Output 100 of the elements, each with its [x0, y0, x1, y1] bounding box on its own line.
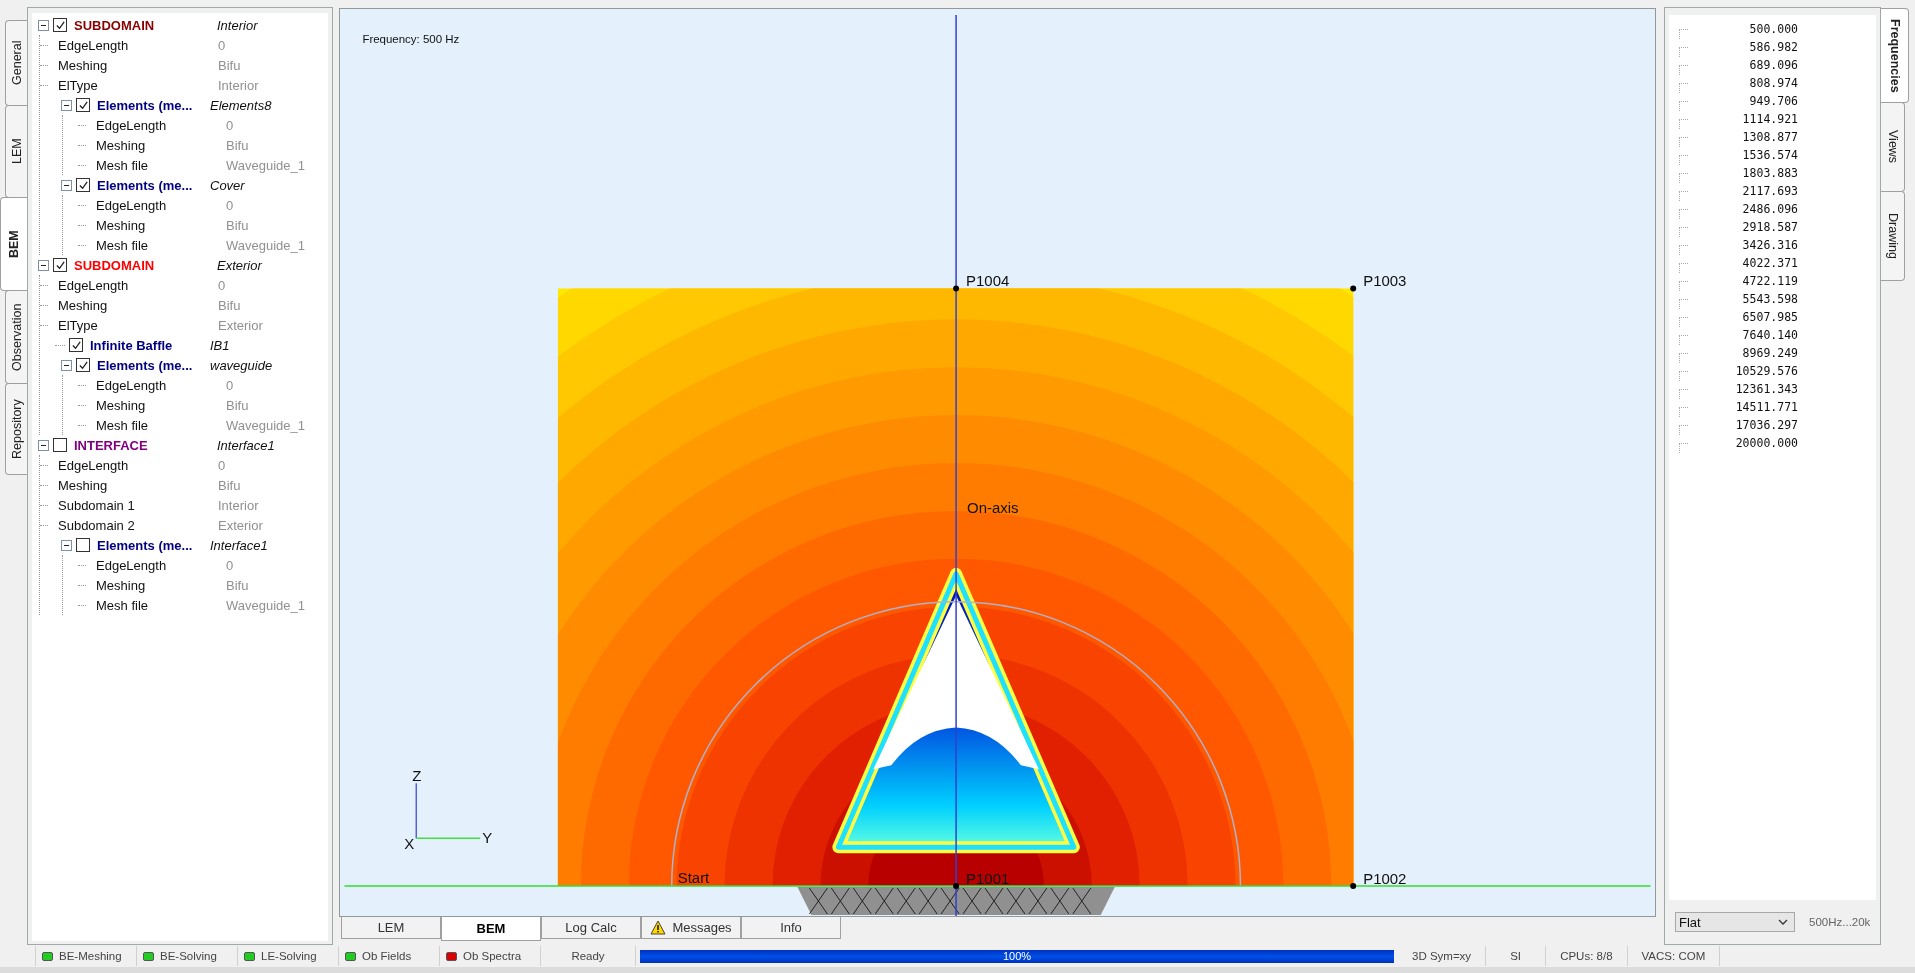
checkbox[interactable]	[76, 358, 90, 372]
frequency-item[interactable]: 6507.985	[1688, 310, 1798, 324]
collapse-toggle[interactable]	[38, 259, 49, 271]
checkbox[interactable]	[76, 178, 90, 192]
property-value: Exterior	[218, 317, 263, 333]
property-label: Meshing	[58, 57, 108, 73]
weighting-dropdown[interactable]: Flat	[1675, 912, 1795, 932]
status-text: Ready	[541, 946, 636, 966]
side-tab[interactable]: General	[5, 20, 27, 106]
frequency-item[interactable]: 2486.096	[1688, 202, 1798, 216]
frequency-item[interactable]: 10529.576	[1688, 364, 1798, 378]
status-label: BE-Solving	[160, 950, 217, 962]
frequency-item[interactable]: 12361.343	[1688, 382, 1798, 396]
property-label: EdgeLength	[96, 377, 167, 393]
tree-node-label[interactable]: Elements (me...	[97, 177, 193, 193]
frequency-item[interactable]: 689.096	[1688, 58, 1798, 72]
property-label: EdgeLength	[58, 457, 129, 473]
tree-node-value: IB1	[210, 337, 230, 353]
property-value: 0	[218, 457, 226, 473]
bottom-tab[interactable]: LEM	[341, 917, 441, 939]
property-value: 0	[226, 557, 234, 573]
side-tab[interactable]: Repository	[5, 383, 27, 475]
tree-node-label[interactable]: Elements (me...	[97, 357, 193, 373]
frequency-item[interactable]: 1308.877	[1688, 130, 1798, 144]
bottom-tab[interactable]: BEM	[441, 917, 541, 941]
status-cell: CPUs: 8/8	[1546, 946, 1628, 966]
property-value: 0	[226, 117, 234, 133]
frequency-item[interactable]: 2918.587	[1688, 220, 1798, 234]
tree-node-value: Interior	[217, 17, 258, 33]
checkbox[interactable]	[53, 18, 67, 32]
collapse-toggle[interactable]	[61, 539, 72, 551]
property-label: Mesh file	[96, 157, 149, 173]
property-label: ElType	[58, 77, 98, 93]
frequency-item[interactable]: 500.000	[1688, 22, 1798, 36]
collapse-toggle[interactable]	[61, 359, 72, 371]
frequency-item[interactable]: 2117.693	[1688, 184, 1798, 198]
property-label: Meshing	[96, 577, 146, 593]
tree-node-label[interactable]: Elements (me...	[97, 537, 193, 553]
tree-node-value: Exterior	[217, 257, 262, 273]
property-label: EdgeLength	[96, 557, 167, 573]
frequency-item[interactable]: 14511.771	[1688, 400, 1798, 414]
warning-icon	[650, 920, 667, 935]
frequency-item[interactable]: 7640.140	[1688, 328, 1798, 342]
collapse-toggle[interactable]	[38, 439, 49, 451]
property-label: Mesh file	[96, 417, 149, 433]
checkbox[interactable]	[53, 438, 67, 452]
tree-node-value: Elements8	[210, 97, 272, 113]
frequency-item[interactable]: 5543.598	[1688, 292, 1798, 306]
frequency-item[interactable]: 808.974	[1688, 76, 1798, 90]
frequency-item[interactable]: 586.982	[1688, 40, 1798, 54]
tree-node-label[interactable]: SUBDOMAIN	[74, 257, 155, 273]
property-value: Exterior	[218, 517, 263, 533]
side-tab[interactable]: Observation	[5, 290, 27, 384]
property-label: Meshing	[58, 297, 108, 313]
frequency-label: Frequency: 500 Hz	[362, 32, 460, 45]
frequency-item[interactable]: 8969.249	[1688, 346, 1798, 360]
bottom-tab[interactable]: Info	[741, 917, 841, 939]
property-value: Interior	[218, 497, 259, 513]
tree-node-label[interactable]: INTERFACE	[74, 437, 148, 453]
property-value: Bifu	[226, 137, 249, 153]
point-label: P1003	[1363, 272, 1407, 290]
point-marker	[1350, 883, 1357, 890]
collapse-toggle[interactable]	[61, 99, 72, 111]
point-marker	[953, 883, 960, 890]
checkbox[interactable]	[53, 258, 67, 272]
start-label: Start	[677, 869, 710, 887]
checkbox[interactable]	[76, 538, 90, 552]
frequency-item[interactable]: 1536.574	[1688, 148, 1798, 162]
frequency-item[interactable]: 4022.371	[1688, 256, 1798, 270]
tree-node-label[interactable]: SUBDOMAIN	[74, 17, 155, 33]
frequency-item[interactable]: 949.706	[1688, 94, 1798, 108]
frequency-item[interactable]: 20000.000	[1688, 436, 1798, 450]
point-marker	[953, 285, 960, 292]
range-label: 500Hz...20k	[1809, 916, 1871, 928]
frequency-item[interactable]: 3426.316	[1688, 238, 1798, 252]
property-value: Bifu	[226, 397, 249, 413]
bottom-tab[interactable]: Messages	[641, 917, 741, 939]
frequency-item[interactable]: 1114.921	[1688, 112, 1798, 126]
collapse-toggle[interactable]	[38, 19, 49, 31]
side-tab[interactable]: Views	[1881, 102, 1905, 192]
point-label: P1001	[966, 870, 1010, 888]
axis-name: X	[404, 835, 415, 853]
tree-node-label[interactable]: Elements (me...	[97, 97, 193, 113]
property-value: 0	[218, 37, 226, 53]
collapse-toggle[interactable]	[61, 179, 72, 191]
frequency-item[interactable]: 4722.119	[1688, 274, 1798, 288]
frequency-item[interactable]: 1803.883	[1688, 166, 1798, 180]
tree-node-label[interactable]: Infinite Baffle	[90, 337, 173, 353]
side-tab[interactable]: Frequencies	[1881, 8, 1909, 103]
side-tab[interactable]: BEM	[0, 197, 27, 291]
checkbox[interactable]	[76, 98, 90, 112]
progress-text: 100%	[1001, 949, 1033, 963]
property-label: Meshing	[96, 217, 146, 233]
bottom-tab[interactable]: Log Calc	[541, 917, 641, 939]
property-value: Bifu	[218, 477, 241, 493]
side-tab[interactable]: Drawing	[1881, 191, 1905, 281]
frequency-item[interactable]: 17036.297	[1688, 418, 1798, 432]
side-tab[interactable]: LEM	[5, 105, 27, 198]
point-label: P1002	[1363, 870, 1407, 888]
checkbox[interactable]	[69, 338, 83, 352]
